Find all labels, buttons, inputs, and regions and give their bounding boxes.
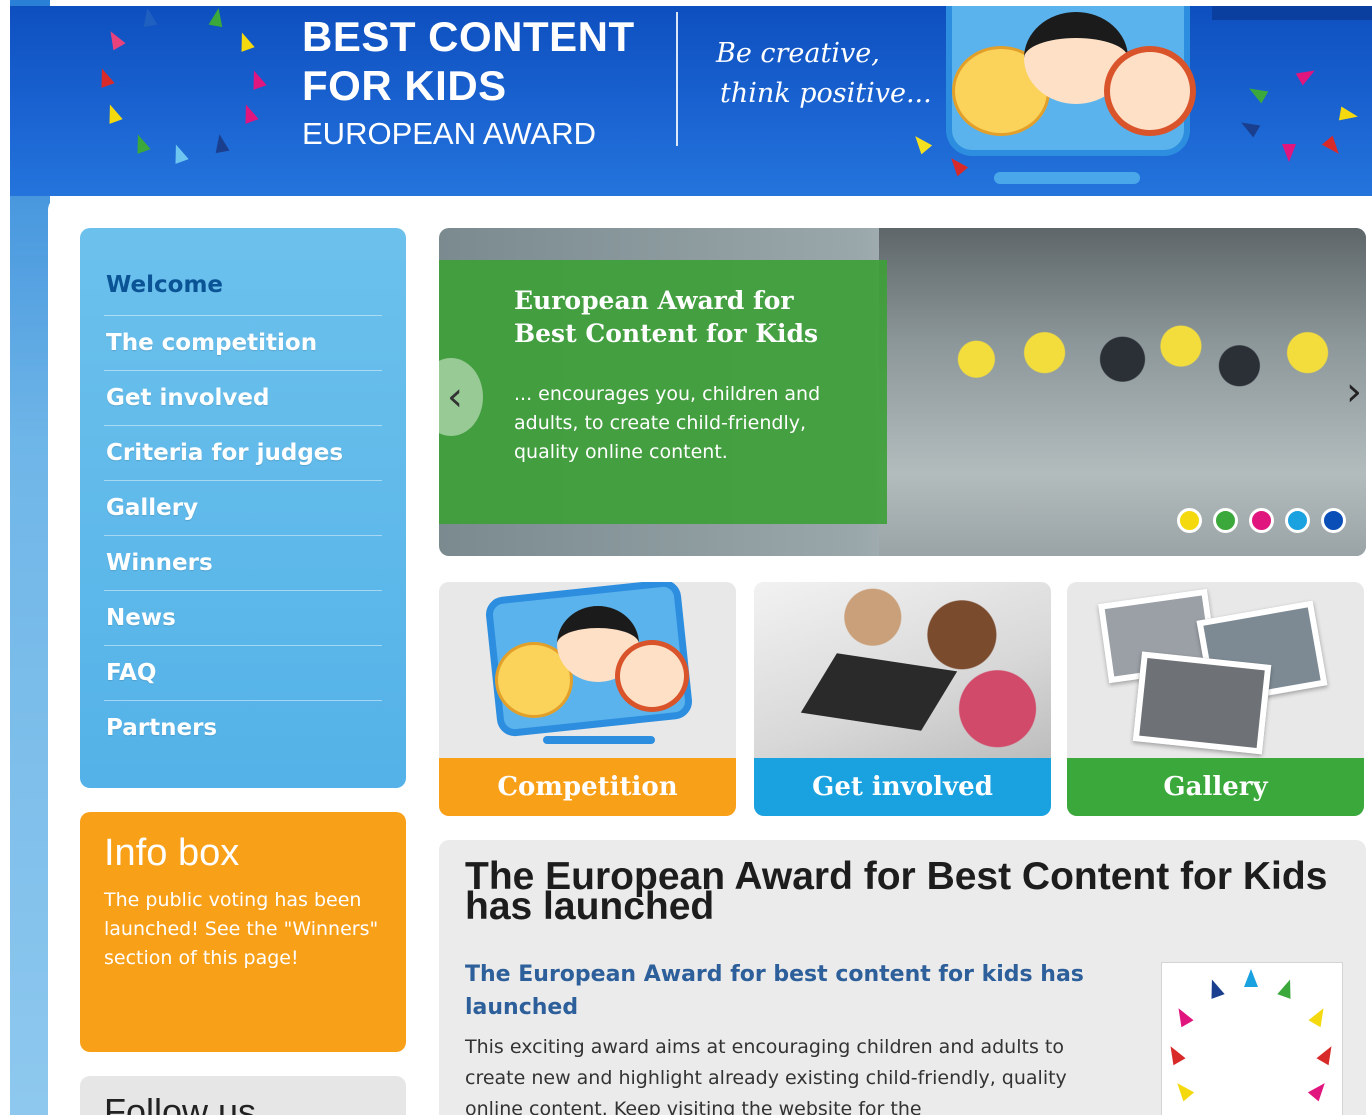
monitor-stand [994, 172, 1140, 184]
logo-thumbnail [1161, 962, 1343, 1115]
site-subtitle: EUROPEAN AWARD [302, 116, 596, 151]
slider-dot[interactable] [1285, 508, 1310, 533]
slogan-line-2: think positive... [720, 78, 932, 109]
arrow-icon [247, 68, 267, 90]
arrow-icon [131, 132, 151, 154]
arrow-icon [103, 102, 123, 124]
arrow-icon [1316, 1042, 1338, 1066]
title-line-1: BEST CONTENT [302, 13, 635, 60]
arrow-icon [212, 132, 230, 154]
slider-photo [879, 228, 1366, 556]
arrow-icon [169, 142, 189, 164]
kids-monitor-image [439, 582, 736, 758]
article-body: This exciting award aims at encouraging … [465, 1036, 1067, 1115]
info-box-text: The public voting has been launched! See… [104, 889, 379, 969]
sidebar-item-criteria-for-judges[interactable]: Criteria for judges [104, 426, 382, 481]
arrow-icon [1205, 977, 1225, 999]
header-divider [676, 12, 678, 146]
info-box-title: Info box [104, 832, 240, 874]
site-title: BEST CONTENT FOR KIDS EUROPEAN AWARD [302, 12, 635, 152]
slider-dot[interactable] [1321, 508, 1346, 533]
slider-dot[interactable] [1177, 508, 1202, 533]
tile-gallery[interactable]: Gallery [1067, 582, 1364, 816]
article-subtitle[interactable]: The European Award for best content for … [465, 958, 1085, 1024]
tile-label: Gallery [1067, 758, 1364, 816]
arrow-icon [95, 66, 115, 88]
laptop-icon [800, 653, 958, 731]
kids-laptop-photo [754, 582, 1051, 758]
arrow-icon [1277, 977, 1297, 999]
chevron-right-icon[interactable]: › [1346, 364, 1366, 420]
arrow-icon [140, 6, 158, 28]
arrow-icon [1282, 144, 1296, 162]
arrow-icon [1307, 1078, 1331, 1102]
slogan: Be creative, think positive... [716, 34, 932, 114]
photo-collage-image [1067, 582, 1364, 758]
follow-box: Follow us [80, 1076, 406, 1115]
tile-competition[interactable]: Competition [439, 582, 736, 816]
slider-dots [1177, 508, 1346, 533]
slider-dot[interactable] [1213, 508, 1238, 533]
site-header: BEST CONTENT FOR KIDS EUROPEAN AWARD Be … [10, 6, 1372, 196]
arrow-icon [1237, 116, 1261, 138]
arrow-icon [909, 131, 933, 155]
title-line-2: FOR KIDS [302, 62, 507, 109]
tile-label: Competition [439, 758, 736, 816]
slide-text: ... encourages you, children and adults,… [514, 383, 821, 463]
sidebar-item-welcome[interactable]: Welcome [104, 266, 382, 316]
slogan-line-1: Be creative, [716, 38, 880, 69]
slider-dot[interactable] [1249, 508, 1274, 533]
sidebar-item-partners[interactable]: Partners [104, 701, 382, 756]
article: The European Award for Best Content for … [439, 840, 1366, 1115]
sidebar-item-get-involved[interactable]: Get involved [104, 371, 382, 426]
tile-label: Get involved [754, 758, 1051, 816]
arrow-icon [239, 102, 259, 124]
sidebar-item-faq[interactable]: FAQ [104, 646, 382, 701]
header-corner [1212, 6, 1372, 20]
sidebar-item-the-competition[interactable]: The competition [104, 316, 382, 371]
arrow-icon [1308, 1004, 1330, 1028]
arrow-icon [1172, 1004, 1194, 1028]
monitor-stand [543, 736, 655, 744]
hero-slider: European Award for Best Content for Kids… [439, 228, 1366, 556]
arrow-icon [104, 27, 126, 51]
arrow-icon [208, 6, 226, 28]
slide-title: European Award for Best Content for Kids [514, 286, 819, 348]
arrow-icon [1244, 969, 1258, 987]
arrow-icon [1164, 1042, 1186, 1066]
photo-icon [1132, 651, 1272, 755]
follow-title: Follow us [104, 1091, 257, 1115]
kids-monitor-illustration [946, 6, 1196, 156]
sidebar-nav: Welcome The competition Get involved Cri… [80, 228, 406, 788]
tile-get-involved[interactable]: Get involved [754, 582, 1051, 816]
slider-caption: European Award for Best Content for Kids… [439, 260, 887, 524]
child-face-icon [1104, 46, 1196, 136]
sidebar-item-gallery[interactable]: Gallery [104, 481, 382, 536]
arrow-icon [945, 153, 969, 177]
info-box: Info box The public voting has been laun… [80, 812, 406, 1052]
arrow-icon [235, 30, 255, 52]
arrow-icon [1295, 64, 1319, 86]
arrow-icon [1171, 1078, 1195, 1102]
sidebar-item-winners[interactable]: Winners [104, 536, 382, 591]
arrow-icon [1338, 106, 1360, 124]
arrow-icon [1245, 82, 1269, 104]
arrow-icon [1321, 135, 1345, 159]
sidebar-item-news[interactable]: News [104, 591, 382, 646]
article-title: The European Award for Best Content for … [465, 855, 1328, 928]
child-face-icon [615, 640, 689, 712]
